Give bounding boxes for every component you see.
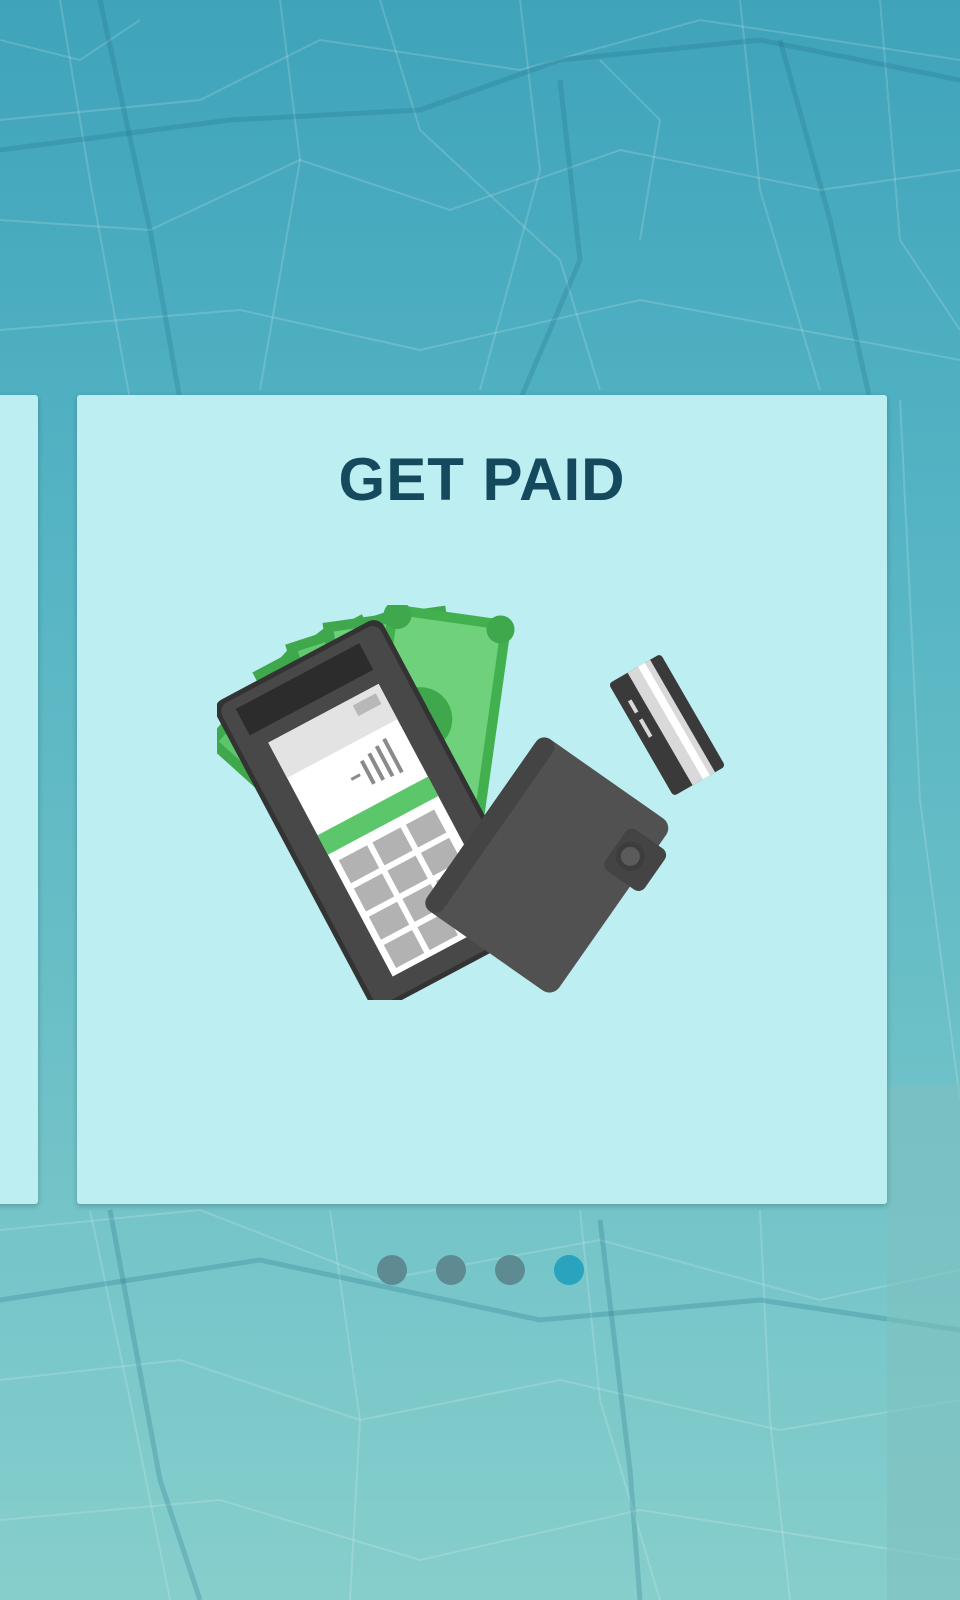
payment-terminal-cash-wallet-card-icon: $ (217, 605, 725, 1000)
previous-card-edge[interactable] (0, 395, 38, 1204)
page-dot[interactable] (376, 1255, 407, 1285)
onboarding-screen: GET PAID $ (0, 0, 960, 1600)
page-dot-active[interactable] (553, 1255, 584, 1285)
onboarding-card[interactable]: GET PAID $ (77, 395, 887, 1204)
page-indicator (0, 1255, 960, 1287)
page-dot[interactable] (494, 1255, 525, 1285)
credit-card-icon (609, 655, 725, 795)
card-title: GET PAID (338, 446, 626, 513)
page-dot[interactable] (435, 1255, 466, 1285)
